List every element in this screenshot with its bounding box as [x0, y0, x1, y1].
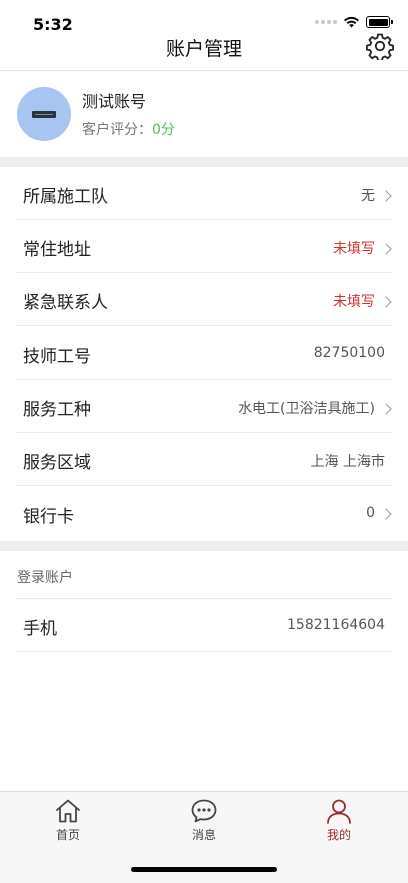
row-service-type[interactable]: 服务工种 水电工(卫浴洁具施工) [0, 380, 408, 433]
row-emergency-contact[interactable]: 紧急联系人 未填写 [0, 273, 408, 326]
row-label: 紧急联系人 [23, 293, 108, 313]
row-label: 手机 [23, 619, 57, 639]
score-value: 0分 [152, 122, 175, 138]
profile-score: 客户评分：0分 [82, 119, 175, 139]
chevron-right-icon [380, 402, 392, 415]
home-indicator [131, 867, 277, 872]
gear-icon[interactable] [366, 32, 394, 60]
row-address[interactable]: 常住地址 未填写 [0, 220, 408, 273]
row-value: 水电工(卫浴洁具施工) [238, 398, 392, 418]
section-title: 登录账户 [17, 570, 73, 586]
row-value: 未填写 [333, 238, 392, 258]
row-value: 82750100 [313, 345, 385, 361]
row-value: 未填写 [333, 291, 392, 311]
tab-home[interactable]: 首页 [28, 798, 108, 850]
row-service-area: 服务区域 上海 上海市 [0, 433, 408, 486]
tab-label: 消息 [191, 828, 216, 842]
person-icon [327, 799, 351, 824]
row-label: 服务工种 [23, 400, 91, 420]
chevron-right-icon [380, 189, 392, 202]
profile-name: 测试账号 [82, 92, 147, 111]
row-value: 无 [361, 185, 392, 205]
section-separator [0, 157, 408, 167]
page-title: 账户管理 [165, 38, 242, 60]
home-icon [56, 799, 80, 823]
signal-icon [315, 20, 337, 24]
avatar-image [32, 111, 56, 118]
tab-mine[interactable]: 我的 [299, 798, 379, 850]
row-team[interactable]: 所属施工队 无 [0, 167, 408, 220]
tab-label: 我的 [326, 828, 351, 842]
divider [16, 485, 392, 486]
row-employee-id: 技师工号 82750100 [0, 327, 408, 380]
score-label: 客户评分： [82, 122, 152, 138]
login-section-header: 登录账户 [0, 551, 408, 599]
profile-card[interactable]: 测试账号 客户评分：0分 [0, 71, 408, 157]
tab-messages[interactable]: 消息 [164, 798, 244, 850]
avatar[interactable] [17, 87, 71, 141]
chevron-right-icon [380, 507, 392, 520]
chevron-right-icon [380, 295, 392, 308]
divider [16, 651, 392, 652]
chevron-right-icon [380, 242, 392, 255]
nav-bar: 账户管理 [0, 28, 408, 68]
row-label: 技师工号 [23, 347, 91, 367]
divider [16, 325, 392, 326]
row-label: 银行卡 [23, 507, 74, 527]
row-phone: 手机 15821164604 [0, 599, 408, 652]
row-label: 服务区域 [23, 453, 91, 473]
row-value: 上海 上海市 [310, 454, 385, 470]
tab-label: 首页 [55, 828, 80, 842]
message-icon [191, 799, 217, 823]
status-icons [315, 16, 393, 28]
wifi-icon [344, 16, 359, 28]
row-label: 常住地址 [23, 240, 91, 260]
row-value: 15821164604 [287, 617, 385, 633]
battery-icon [366, 16, 393, 28]
section-separator [0, 541, 408, 551]
row-value: 0 [366, 505, 392, 521]
row-label: 所属施工队 [23, 187, 108, 207]
row-bank-card[interactable]: 银行卡 0 [0, 487, 408, 540]
